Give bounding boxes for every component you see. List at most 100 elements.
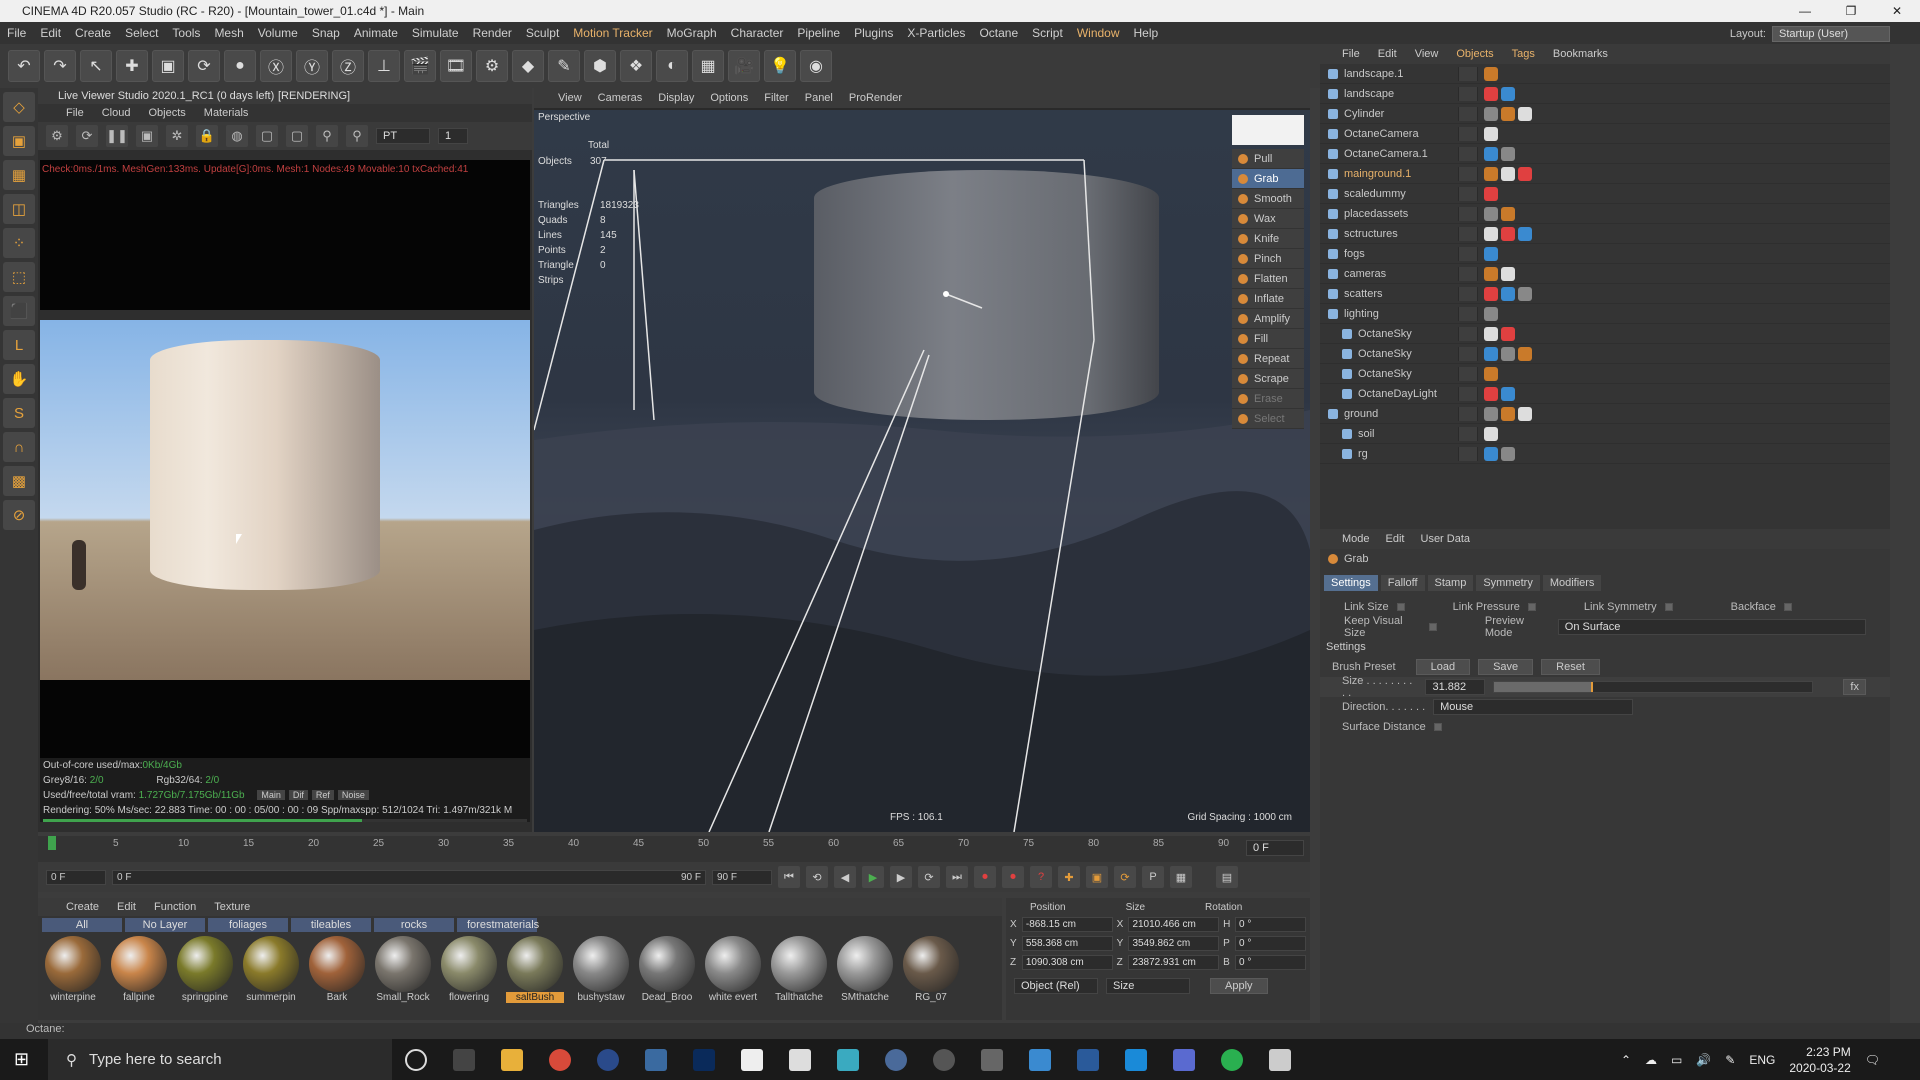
region-icon[interactable]: ▢ [256, 125, 278, 147]
tag-icon[interactable] [1484, 386, 1498, 401]
maximize-button[interactable]: ❐ [1828, 0, 1874, 22]
tab-falloff[interactable]: Falloff [1380, 575, 1425, 591]
position-field[interactable]: -868.15 cm [1021, 917, 1113, 932]
surface-distance-checkbox[interactable] [1433, 723, 1442, 731]
file-explorer-icon[interactable] [501, 1048, 523, 1071]
taskbar-search[interactable]: ⚲ Type here to search [48, 1039, 392, 1080]
object-row[interactable]: OctaneCamera [1320, 124, 1890, 144]
visibility-flags[interactable] [1458, 226, 1478, 241]
tag-icon[interactable] [1518, 286, 1532, 301]
app-icon[interactable] [885, 1048, 907, 1071]
brush-pull[interactable]: Pull [1232, 149, 1304, 169]
om-menu-bookmarks[interactable]: Bookmarks [1553, 48, 1608, 60]
apply-button[interactable]: Apply [1210, 978, 1268, 994]
menu-item-mesh[interactable]: Mesh [207, 26, 250, 40]
tag-icon[interactable] [1484, 146, 1498, 161]
tag-icon[interactable] [1501, 326, 1515, 341]
lv-menu-materials[interactable]: Materials [204, 107, 249, 119]
undo-icon[interactable]: ↶ [8, 50, 40, 82]
object-row[interactable]: Cylinder [1320, 104, 1890, 124]
viewport-menu-options[interactable]: Options [710, 92, 748, 104]
object-row[interactable]: cameras [1320, 264, 1890, 284]
pause-icon[interactable]: ❚❚ [106, 125, 128, 147]
tag-icon[interactable] [1484, 246, 1498, 261]
tab-settings[interactable]: Settings [1324, 575, 1378, 591]
material-swatch[interactable]: Dead_Broo [638, 936, 696, 1003]
tag-icon[interactable] [1484, 366, 1498, 381]
object-row[interactable]: landscape [1320, 84, 1890, 104]
deformer-icon[interactable]: ◐ [656, 50, 688, 82]
volume-icon[interactable]: 🔊 [1696, 1053, 1711, 1067]
make-editable-icon[interactable]: ◇ [3, 92, 35, 122]
visibility-flags[interactable] [1458, 326, 1478, 341]
paint-icon[interactable] [789, 1048, 811, 1071]
visibility-flags[interactable] [1458, 426, 1478, 441]
pen-icon[interactable]: ✎ [548, 50, 580, 82]
tag-icon[interactable] [1484, 266, 1498, 281]
tag-icon[interactable] [1501, 346, 1515, 361]
brush-erase[interactable]: Erase [1232, 389, 1304, 409]
layer-tab-forestmaterials[interactable]: forestmaterials [457, 918, 539, 932]
tag-icon[interactable] [1484, 106, 1498, 121]
size-slider[interactable] [1493, 681, 1814, 693]
brush-inflate[interactable]: Inflate [1232, 289, 1304, 309]
tag-icon[interactable] [1484, 346, 1498, 361]
select-icon[interactable]: ↖ [80, 50, 112, 82]
material-swatch[interactable]: Small_Rock [374, 936, 432, 1003]
tag-icon[interactable] [1518, 166, 1532, 181]
pick-icon[interactable]: ⚲ [316, 125, 338, 147]
channel-tab-ref[interactable]: Ref [311, 790, 334, 800]
coordinate-mode-dropdown[interactable]: Object (Rel) [1014, 978, 1098, 994]
camera-icon[interactable]: 🎥 [728, 50, 760, 82]
skype-icon[interactable] [1125, 1048, 1147, 1071]
polygons-mode-icon[interactable]: ⬛ [3, 296, 35, 326]
menu-item-sculpt[interactable]: Sculpt [519, 26, 566, 40]
tag-icon[interactable] [1501, 266, 1515, 281]
film-region-icon[interactable]: ▢ [286, 125, 308, 147]
object-row[interactable]: soil [1320, 424, 1890, 444]
move-icon[interactable]: ✚ [116, 50, 148, 82]
x-axis-icon[interactable]: Ⓧ [260, 50, 292, 82]
material-swatch[interactable]: flowering [440, 936, 498, 1003]
visibility-flags[interactable] [1458, 166, 1478, 181]
visibility-flags[interactable] [1458, 146, 1478, 161]
timeline[interactable]: 051015202530354045505560657075808590 0 F [38, 836, 1310, 862]
language-indicator[interactable]: ENG [1749, 1053, 1775, 1067]
keep-visual-checkbox[interactable] [1429, 623, 1437, 631]
visibility-flags[interactable] [1458, 446, 1478, 461]
fx-button[interactable]: fx [1843, 679, 1866, 695]
brush-fill[interactable]: Fill [1232, 329, 1304, 349]
link-size-checkbox[interactable] [1396, 603, 1405, 611]
tag-icon[interactable] [1484, 126, 1498, 141]
object-row[interactable]: OctaneSky [1320, 344, 1890, 364]
menu-item-tools[interactable]: Tools [165, 26, 207, 40]
menu-item-plugins[interactable]: Plugins [847, 26, 900, 40]
visibility-flags[interactable] [1458, 346, 1478, 361]
tag-icon[interactable] [1501, 146, 1515, 161]
maya-icon[interactable] [837, 1048, 859, 1071]
object-row[interactable]: OctaneSky [1320, 324, 1890, 344]
object-row[interactable]: OctaneDayLight [1320, 384, 1890, 404]
menu-item-animate[interactable]: Animate [347, 26, 405, 40]
tag-icon[interactable] [1518, 106, 1532, 121]
material-swatch[interactable]: Bark [308, 936, 366, 1003]
y-axis-icon[interactable]: Ⓨ [296, 50, 328, 82]
om-menu-objects[interactable]: Objects [1456, 48, 1493, 60]
cortana-icon[interactable] [405, 1048, 427, 1071]
frame-range-slider[interactable]: 0 F 90 F [112, 869, 706, 885]
attr-menu-mode[interactable]: Mode [1342, 533, 1370, 545]
menu-item-pipeline[interactable]: Pipeline [790, 26, 847, 40]
layer-tab-tileables[interactable]: tileables [291, 918, 371, 932]
render-settings-icon[interactable]: ⚙ [476, 50, 508, 82]
prev-key-icon[interactable]: ⟲ [806, 866, 828, 888]
messenger-icon[interactable] [1221, 1048, 1243, 1071]
rotation-field[interactable]: 0 ° [1235, 917, 1306, 932]
tag-icon[interactable] [1484, 206, 1498, 221]
render-mode-num[interactable]: 1 [438, 128, 468, 144]
size-field[interactable]: 23872.931 cm [1128, 955, 1220, 970]
points-mode-icon[interactable]: ⁘ [3, 228, 35, 258]
rotate-icon[interactable]: ⟳ [188, 50, 220, 82]
tag-icon[interactable] [1484, 66, 1498, 81]
viewport-menu-prorender[interactable]: ProRender [849, 92, 902, 104]
brush-repeat[interactable]: Repeat [1232, 349, 1304, 369]
